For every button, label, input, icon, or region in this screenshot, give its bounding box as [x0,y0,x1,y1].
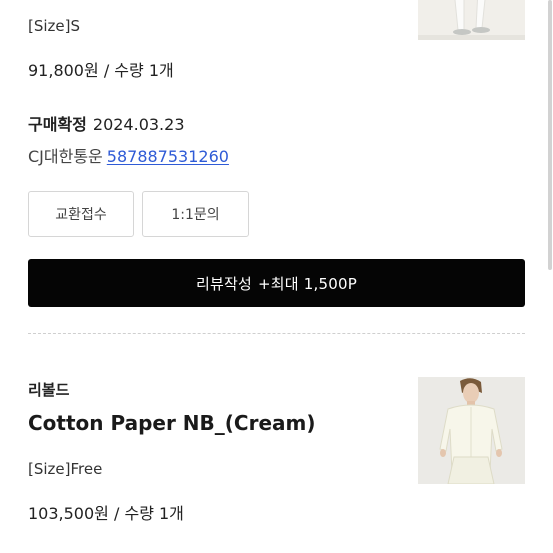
separator: / [103,61,110,80]
tracking-number-link[interactable]: 587887531260 [107,147,229,166]
price: 91,800원 [28,61,99,80]
separator: / [113,504,120,523]
price-quantity: 103,500원 / 수량 1개 [28,500,184,524]
exchange-button[interactable]: 교환접수 [28,191,134,237]
quantity: 수량 1개 [114,61,174,80]
price: 103,500원 [28,504,109,523]
quantity: 수량 1개 [124,504,184,523]
inquiry-button[interactable]: 1:1문의 [142,191,249,237]
scrollbar[interactable] [548,0,552,270]
order-date: 2024.03.23 [92,115,185,134]
review-label: 리뷰작성 [196,274,253,293]
product-thumbnail[interactable] [418,0,525,40]
product-image [418,0,525,40]
price-quantity: 91,800원 / 수량 1개 [28,57,174,81]
shipping-row: CJ대한통운 587887531260 [28,143,229,167]
product-option: [Size]Free [28,460,103,478]
product-thumbnail[interactable] [418,377,525,484]
order-history-page: [Size]S 91,800원 / 수량 1개 구매확정 2024.03.23 C… [0,0,553,553]
brand-name[interactable]: 리볼드 [28,379,69,400]
order-status-row: 구매확정 2024.03.23 [28,111,185,135]
product-image [418,377,525,484]
review-bonus: +최대 1,500P [258,274,357,293]
courier-name: CJ대한통운 [28,147,103,166]
divider [28,333,525,334]
order-status: 구매확정 [28,115,87,134]
product-name[interactable]: Cotton Paper NB_(Cream) [28,411,316,435]
write-review-button[interactable]: 리뷰작성 +최대 1,500P [28,259,525,307]
product-option: [Size]S [28,17,81,35]
